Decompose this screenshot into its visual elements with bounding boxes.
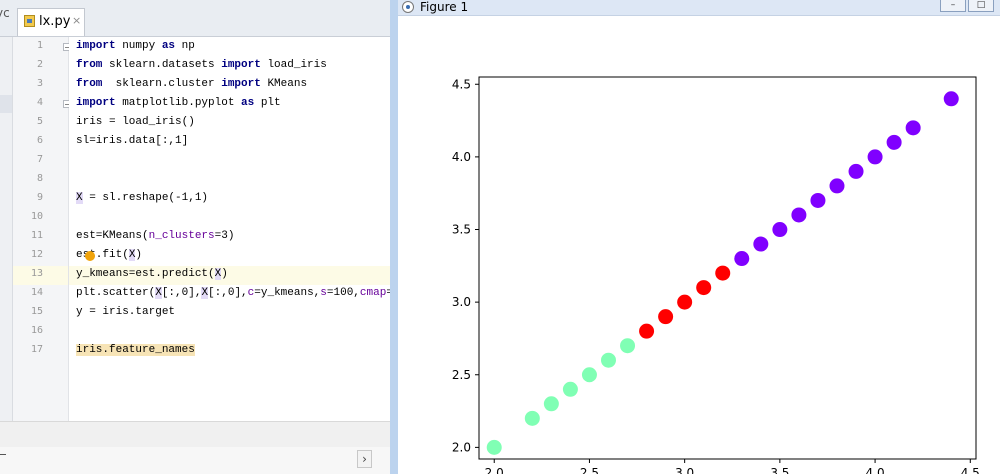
y-tick-label: 3.5 bbox=[452, 223, 471, 237]
line-number: 2 bbox=[36, 59, 43, 70]
line-number-gutter: 1 2 3 4 5 6 7 8 9 10 11 12 13 14 15 16 17 bbox=[13, 37, 71, 421]
line-number: 8 bbox=[36, 173, 43, 184]
y-tick-label: 2.0 bbox=[452, 440, 471, 454]
scatter-point bbox=[791, 207, 807, 223]
line-number: 15 bbox=[30, 306, 43, 317]
window-divider bbox=[390, 0, 398, 474]
matplotlib-icon bbox=[402, 1, 414, 13]
python-file-icon bbox=[24, 15, 35, 27]
scatter-point bbox=[639, 323, 655, 339]
line-number: 16 bbox=[30, 325, 43, 336]
scatter-plot: 2.0 2.5 3.0 3.5 4.0 4.5 2.0 2.5 3.0 3.5 4.0 4.5 bbox=[452, 76, 980, 474]
scatter-point bbox=[753, 236, 769, 252]
x-tick-label: 2.5 bbox=[580, 466, 599, 474]
line-number: 10 bbox=[30, 211, 43, 222]
code-line[interactable]: est=KMeans(n_clusters=3) bbox=[76, 230, 234, 242]
scatter-point bbox=[772, 222, 788, 238]
line-number: 4 bbox=[36, 97, 43, 108]
code-line[interactable]: y = iris.target bbox=[76, 306, 175, 318]
code-line[interactable]: import matplotlib.pyplot as plt bbox=[76, 97, 281, 109]
code-line[interactable]: iris.feature_names bbox=[76, 344, 195, 356]
horizontal-scrollbar[interactable] bbox=[0, 421, 390, 448]
line-number: 1 bbox=[36, 40, 43, 51]
line-number: 13 bbox=[30, 268, 43, 279]
code-line[interactable]: from sklearn.cluster import KMeans bbox=[76, 78, 307, 90]
code-area[interactable]: import numpy as np from sklearn.datasets … bbox=[69, 37, 390, 421]
scatter-point bbox=[620, 338, 636, 354]
bottom-panel bbox=[0, 447, 390, 474]
tab-label: lx.py bbox=[39, 14, 71, 29]
scatter-point bbox=[943, 91, 959, 107]
y-tick-label: 2.5 bbox=[452, 368, 471, 382]
line-number: 9 bbox=[36, 192, 43, 203]
code-line[interactable]: iris = load_iris() bbox=[76, 116, 195, 128]
code-line[interactable]: import numpy as np bbox=[76, 40, 195, 52]
code-line[interactable]: sl=iris.data[:,1] bbox=[76, 135, 188, 147]
y-tick-label: 4.0 bbox=[452, 150, 471, 164]
minimize-button[interactable]: – bbox=[940, 0, 966, 12]
code-line[interactable]: plt.scatter(X[:,0],X[:,0],c=y_kmeans,s=1… bbox=[76, 287, 390, 299]
scatter-point bbox=[810, 192, 826, 208]
scatter-point bbox=[886, 134, 902, 150]
x-tick-label: 2.0 bbox=[485, 466, 504, 474]
x-tick-label: 3.0 bbox=[675, 466, 694, 474]
code-line[interactable]: X = sl.reshape(-1,1) bbox=[76, 192, 208, 204]
line-number: 6 bbox=[36, 135, 43, 146]
scatter-point bbox=[524, 410, 540, 426]
scatter-point bbox=[867, 149, 883, 165]
line-number: 11 bbox=[30, 230, 43, 241]
code-line[interactable]: from sklearn.datasets import load_iris bbox=[76, 59, 327, 71]
scatter-point bbox=[677, 294, 693, 310]
scatter-point bbox=[734, 251, 750, 267]
line-number: 5 bbox=[36, 116, 43, 127]
code-line[interactable]: y_kmeans=est.predict(X) bbox=[76, 268, 228, 280]
scatter-point bbox=[658, 309, 674, 325]
scatter-point bbox=[581, 367, 597, 383]
y-tick-label: 4.5 bbox=[452, 77, 471, 91]
scatter-point bbox=[600, 352, 616, 368]
line-number: 3 bbox=[36, 78, 43, 89]
scatter-point bbox=[715, 265, 731, 281]
x-tick-label: 4.5 bbox=[961, 466, 980, 474]
figure-window: Figure 1 – □ 2.0 2.5 3.0 3.5 4.0 4.5 2.0 2.5 3.0… bbox=[398, 0, 1000, 474]
figure-titlebar[interactable]: Figure 1 – □ bbox=[398, 0, 1000, 16]
tab-lx-py[interactable]: lx.py × bbox=[17, 8, 85, 36]
project-strip-selection bbox=[0, 95, 12, 113]
scatter-point bbox=[829, 178, 845, 194]
x-tick-label: 3.5 bbox=[770, 466, 789, 474]
intention-bulb-icon[interactable] bbox=[85, 251, 95, 261]
line-number: 14 bbox=[30, 287, 43, 298]
line-number: 12 bbox=[30, 249, 43, 260]
scatter-point bbox=[486, 439, 502, 455]
x-tick-label: 4.0 bbox=[866, 466, 885, 474]
editor-tab-bar: yc lx.py × bbox=[0, 0, 390, 37]
close-tab-icon[interactable]: × bbox=[72, 14, 81, 27]
scatter-point bbox=[696, 280, 712, 296]
y-tick-label: 3.0 bbox=[452, 295, 471, 309]
maximize-button[interactable]: □ bbox=[968, 0, 994, 12]
sidebar-fragment-text: yc bbox=[0, 6, 10, 20]
code-editor-pane: yc lx.py × 1234567891011121314151617 imp… bbox=[0, 0, 390, 474]
figure-title: Figure 1 bbox=[420, 0, 469, 14]
scatter-point bbox=[905, 120, 921, 136]
bottom-panel-dash bbox=[0, 454, 6, 455]
project-tool-strip[interactable] bbox=[0, 37, 13, 421]
chevron-right-icon[interactable]: › bbox=[357, 450, 372, 468]
line-number: 17 bbox=[30, 344, 43, 355]
scatter-point bbox=[848, 163, 864, 179]
line-number: 7 bbox=[36, 154, 43, 165]
scatter-point bbox=[543, 396, 559, 412]
scatter-point bbox=[562, 381, 578, 397]
